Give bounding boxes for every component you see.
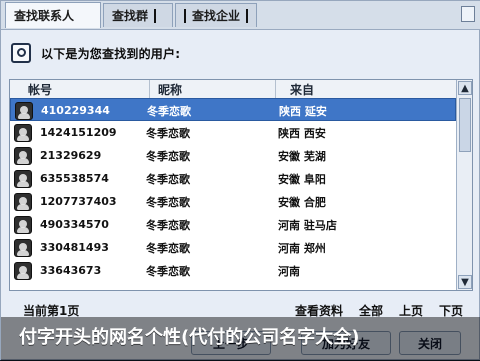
nickname-cell: 冬季恋歌 <box>147 104 191 118</box>
search-result-info: 以下是为您查找到的用户: <box>11 39 180 67</box>
table-row[interactable]: 33643673 冬季恋歌 河南 <box>10 259 456 282</box>
table-row[interactable]: 1424151209 冬季恋歌 陕西 西安 <box>10 121 456 144</box>
table-row[interactable]: 635538574 冬季恋歌 安徽 阜阳 <box>10 167 456 190</box>
nickname-cell: 冬季恋歌 <box>146 149 190 163</box>
nickname-cell: 冬季恋歌 <box>146 172 190 186</box>
nickname-cell: 冬季恋歌 <box>146 195 190 209</box>
account-cell: 1424151209 <box>40 126 117 139</box>
table-header: 帐号 昵称 来自 <box>10 80 456 99</box>
search-result-text: 以下是为您查找到的用户: <box>41 46 181 61</box>
account-cell: 33643673 <box>40 264 102 277</box>
column-header-from[interactable]: 来自 <box>276 80 456 98</box>
find-contacts-window: 查找联系人 查找群 查找企业 以下是为您查找到的用户: 帐号 昵称 来自 410… <box>0 0 480 361</box>
column-header-account[interactable]: 帐号 <box>10 80 150 98</box>
nickname-cell: 冬季恋歌 <box>146 218 190 232</box>
from-cell: 河南 郑州 <box>278 241 326 255</box>
account-cell: 490334570 <box>40 218 109 231</box>
account-cell: 330481493 <box>40 241 109 254</box>
caption-text: 付字开头的网名个性(代付的公司名字大全) <box>19 327 360 348</box>
tab-separator <box>154 8 157 23</box>
table-body: 410229344 冬季恋歌 陕西 延安 1424151209 冬季恋歌 陕西 … <box>10 98 456 290</box>
nickname-cell: 冬季恋歌 <box>146 241 190 255</box>
tab-bar: 查找联系人 查找群 查找企业 <box>1 1 480 30</box>
column-header-nickname[interactable]: 昵称 <box>150 80 276 98</box>
from-cell: 河南 驻马店 <box>278 218 337 232</box>
scroll-down-button[interactable]: ▼ <box>458 275 472 289</box>
scroll-up-button[interactable]: ▲ <box>458 81 472 95</box>
nickname-cell: 冬季恋歌 <box>146 126 190 140</box>
user-avatar <box>15 102 33 120</box>
account-cell: 410229344 <box>41 104 110 117</box>
user-avatar <box>14 147 32 165</box>
tab-separator <box>246 8 248 23</box>
user-avatar <box>14 193 32 211</box>
account-cell: 21329629 <box>40 149 102 162</box>
tab-find-groups[interactable]: 查找群 <box>103 3 173 27</box>
table-row[interactable]: 330481493 冬季恋歌 河南 郑州 <box>10 236 456 259</box>
table-row[interactable]: 21329629 冬季恋歌 安徽 芜湖 <box>10 144 456 167</box>
tab-label: 查找群 <box>112 9 149 23</box>
search-result-icon <box>11 43 31 63</box>
account-cell: 1207737403 <box>40 195 117 208</box>
tab-label: 查找企业 <box>192 9 241 23</box>
user-avatar <box>14 216 32 234</box>
table-row[interactable]: 490334570 冬季恋歌 河南 驻马店 <box>10 213 456 236</box>
table-row[interactable]: 410229344 冬季恋歌 陕西 延安 <box>10 98 456 121</box>
tab-separator <box>184 8 186 23</box>
table-scrollbar[interactable]: ▲ ▼ <box>456 80 472 290</box>
table-row[interactable]: 1207737403 冬季恋歌 安徽 合肥 <box>10 190 456 213</box>
user-avatar <box>14 239 32 257</box>
tab-find-contacts[interactable]: 查找联系人 <box>5 2 101 28</box>
from-cell: 安徽 合肥 <box>278 195 326 209</box>
scroll-thumb[interactable] <box>459 98 471 152</box>
from-cell: 陕西 延安 <box>279 104 327 118</box>
user-avatar <box>14 262 32 280</box>
from-cell: 河南 <box>278 264 300 278</box>
from-cell: 陕西 西安 <box>278 126 326 140</box>
user-avatar <box>14 170 32 188</box>
account-cell: 635538574 <box>40 172 109 185</box>
from-cell: 安徽 阜阳 <box>278 172 326 186</box>
from-cell: 安徽 芜湖 <box>278 149 326 163</box>
user-avatar <box>14 124 32 142</box>
tab-label: 查找联系人 <box>14 9 75 23</box>
window-control[interactable] <box>461 6 475 22</box>
tab-find-business[interactable]: 查找企业 <box>175 3 257 27</box>
nickname-cell: 冬季恋歌 <box>146 264 190 278</box>
caption-overlay: 付字开头的网名个性(代付的公司名字大全) <box>1 317 480 361</box>
results-table: 帐号 昵称 来自 410229344 冬季恋歌 陕西 延安 1424151209… <box>9 79 473 291</box>
